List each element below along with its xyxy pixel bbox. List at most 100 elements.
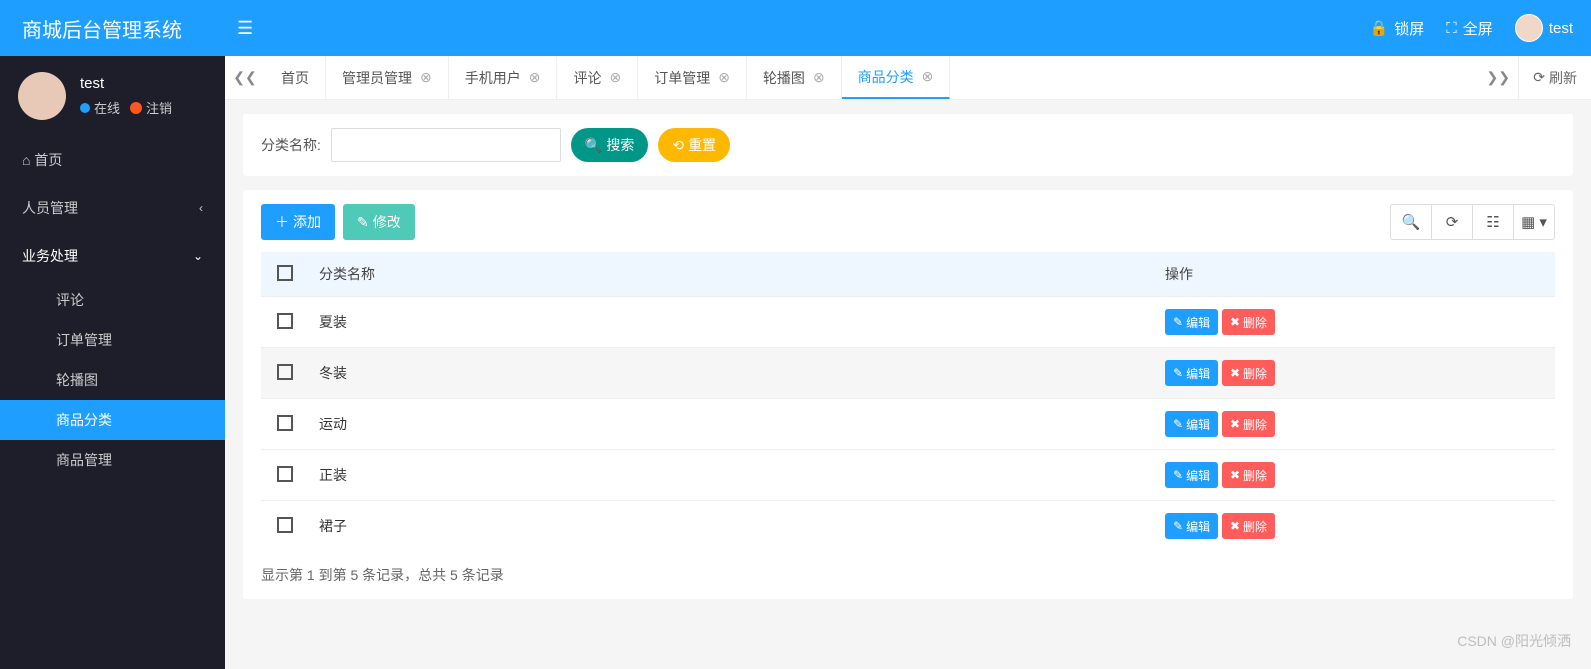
delete-button[interactable]: ✖删除: [1222, 411, 1275, 437]
edit-icon: ✎: [1173, 417, 1183, 431]
delete-icon: ✖: [1230, 468, 1240, 482]
menu-comment[interactable]: 评论: [0, 280, 225, 320]
home-icon: ⌂: [22, 152, 30, 168]
edit-button[interactable]: ✎编辑: [1165, 513, 1218, 539]
close-icon[interactable]: ⊗: [922, 68, 934, 85]
tool-refresh-icon[interactable]: ⟳: [1431, 204, 1473, 240]
edit-icon: ✎: [1173, 366, 1183, 380]
close-icon[interactable]: ⊗: [529, 69, 541, 86]
tab-label: 轮播图: [763, 68, 805, 88]
tab-label: 评论: [573, 68, 601, 88]
edit-button[interactable]: ✎编辑: [1165, 309, 1218, 335]
reset-icon: ⟲: [672, 137, 684, 154]
logout-link[interactable]: 注销: [146, 98, 172, 117]
edit-icon: ✎: [1173, 468, 1183, 482]
watermark: CSDN @阳光倾洒: [1457, 631, 1571, 651]
delete-button[interactable]: ✖删除: [1222, 462, 1275, 488]
category-table: 分类名称 操作 夏装 ✎编辑 ✖删除 冬装 ✎编辑 ✖删除 运动 ✎编辑 ✖删除…: [261, 252, 1555, 551]
delete-button[interactable]: ✖删除: [1222, 360, 1275, 386]
row-name: 裙子: [309, 501, 1155, 552]
tab-scroll-left[interactable]: ❮❮: [225, 56, 265, 99]
menu-business[interactable]: 业务处理 ⌄: [0, 232, 225, 280]
plus-icon: ＋: [275, 212, 289, 232]
user-label: test: [1549, 20, 1573, 37]
tab-0[interactable]: 首页: [265, 56, 326, 99]
tab-label: 订单管理: [654, 68, 710, 88]
menu-product[interactable]: 商品管理: [0, 440, 225, 480]
tab-4[interactable]: 订单管理 ⊗: [638, 56, 747, 99]
table-panel: ＋ 添加 ✎ 修改 🔍 ⟳ ☷ ▦ ▾: [243, 190, 1573, 599]
sidebar-username: test: [80, 75, 172, 92]
edit-button[interactable]: ✎编辑: [1165, 462, 1218, 488]
row-checkbox[interactable]: [277, 313, 293, 329]
row-name: 冬装: [309, 348, 1155, 399]
user-menu[interactable]: test: [1515, 14, 1573, 42]
add-button[interactable]: ＋ 添加: [261, 204, 335, 240]
close-icon[interactable]: ⊗: [718, 69, 730, 86]
tab-3[interactable]: 评论 ⊗: [557, 56, 638, 99]
tab-1[interactable]: 管理员管理 ⊗: [326, 56, 449, 99]
search-label: 分类名称:: [261, 135, 321, 155]
tab-scroll-right[interactable]: ❯❯: [1478, 56, 1518, 99]
edit-icon: ✎: [1173, 315, 1183, 329]
modify-button[interactable]: ✎ 修改: [343, 204, 415, 240]
delete-button[interactable]: ✖删除: [1222, 513, 1275, 539]
edit-icon: ✎: [357, 214, 369, 231]
edit-button[interactable]: ✎编辑: [1165, 360, 1218, 386]
menu-category[interactable]: 商品分类: [0, 400, 225, 440]
col-op-header: 操作: [1155, 252, 1555, 297]
row-checkbox[interactable]: [277, 364, 293, 380]
tab-5[interactable]: 轮播图 ⊗: [747, 56, 842, 99]
row-checkbox[interactable]: [277, 466, 293, 482]
edit-button[interactable]: ✎编辑: [1165, 411, 1218, 437]
col-name-header: 分类名称: [309, 252, 1155, 297]
close-icon[interactable]: ⊗: [609, 69, 621, 86]
tool-search-icon[interactable]: 🔍: [1390, 204, 1432, 240]
close-icon[interactable]: ⊗: [420, 69, 432, 86]
menu-toggle-icon[interactable]: ☰: [237, 18, 253, 38]
close-icon[interactable]: ⊗: [813, 69, 825, 86]
lock-label: 锁屏: [1394, 18, 1424, 39]
online-dot-icon: [80, 103, 90, 113]
refresh-button[interactable]: ⟳ 刷新: [1518, 56, 1591, 99]
avatar-icon: [1515, 14, 1543, 42]
menu-people[interactable]: 人员管理 ‹: [0, 184, 225, 232]
top-header: 商城后台管理系统 ☰ 🔒 锁屏 ⛶ 全屏 test: [0, 0, 1591, 56]
sidebar-user-block: test 在线 注销: [0, 56, 225, 136]
refresh-icon: ⟳: [1533, 69, 1545, 86]
search-panel: 分类名称: 🔍 搜索 ⟲ 重置: [243, 114, 1573, 176]
tabs-bar: ❮❮ 首页管理员管理⊗手机用户⊗评论⊗订单管理⊗轮播图⊗商品分类⊗ ❯❯ ⟳ 刷…: [225, 56, 1591, 100]
table-row: 裙子 ✎编辑 ✖删除: [261, 501, 1555, 552]
select-all-checkbox[interactable]: [277, 265, 293, 281]
edit-icon: ✎: [1173, 519, 1183, 533]
tool-toggle-icon[interactable]: ☷: [1472, 204, 1514, 240]
tab-label: 手机用户: [465, 68, 521, 88]
delete-button[interactable]: ✖删除: [1222, 309, 1275, 335]
row-checkbox[interactable]: [277, 517, 293, 533]
tab-label: 管理员管理: [342, 68, 412, 88]
menu-home[interactable]: ⌂ 首页: [0, 136, 225, 184]
lock-screen-button[interactable]: 🔒 锁屏: [1370, 18, 1425, 39]
tab-6[interactable]: 商品分类⊗: [842, 56, 951, 99]
logout-icon[interactable]: [130, 102, 142, 114]
delete-icon: ✖: [1230, 315, 1240, 329]
reset-button[interactable]: ⟲ 重置: [658, 128, 730, 162]
table-row: 冬装 ✎编辑 ✖删除: [261, 348, 1555, 399]
delete-icon: ✖: [1230, 366, 1240, 380]
table-row: 运动 ✎编辑 ✖删除: [261, 399, 1555, 450]
tab-2[interactable]: 手机用户 ⊗: [449, 56, 558, 99]
menu-carousel[interactable]: 轮播图: [0, 360, 225, 400]
row-name: 正装: [309, 450, 1155, 501]
fullscreen-button[interactable]: ⛶ 全屏: [1446, 18, 1493, 39]
menu-order[interactable]: 订单管理: [0, 320, 225, 360]
chevron-down-icon: ⌄: [193, 249, 203, 263]
tool-columns-icon[interactable]: ▦ ▾: [1513, 204, 1555, 240]
tab-label: 首页: [281, 68, 309, 88]
row-checkbox[interactable]: [277, 415, 293, 431]
online-label: 在线: [94, 98, 120, 117]
category-name-input[interactable]: [331, 128, 561, 162]
row-name: 运动: [309, 399, 1155, 450]
brand-title: 商城后台管理系统: [0, 14, 225, 43]
search-button[interactable]: 🔍 搜索: [571, 128, 648, 162]
pager-info: 显示第 1 到第 5 条记录，总共 5 条记录: [261, 565, 1555, 585]
